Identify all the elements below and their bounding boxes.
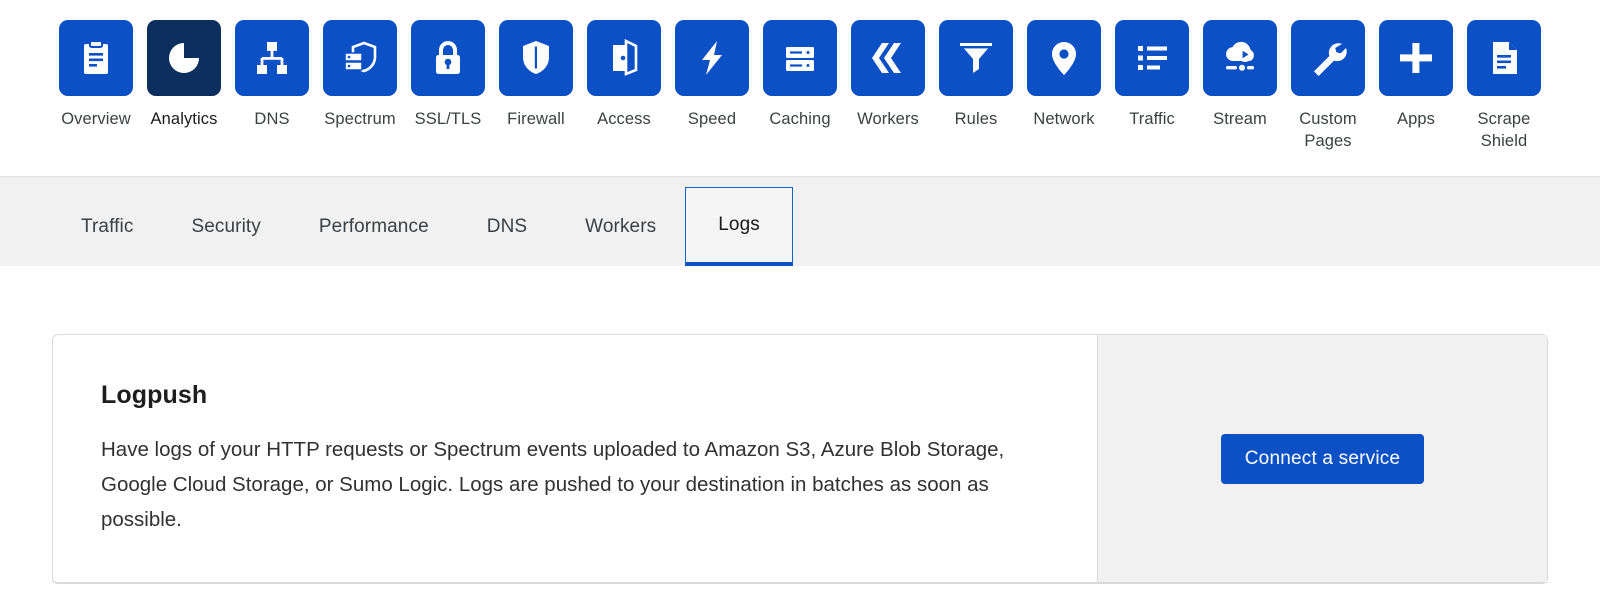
server-rack-icon: [786, 47, 814, 71]
product-nav: Overview Analytics DNS Spectrum SSL/TLS Firew…: [0, 0, 1600, 177]
padlock-icon: [436, 41, 460, 74]
nav-item-firewall[interactable]: Firewall: [492, 20, 580, 130]
nav-tile-caching[interactable]: [763, 20, 837, 96]
nav-item-access[interactable]: Access: [580, 20, 668, 130]
nav-label-network: Network: [1033, 110, 1095, 128]
nav-label-apps: Apps: [1396, 110, 1435, 128]
pie-chart-icon: [169, 43, 199, 73]
plus-icon: [1400, 43, 1432, 73]
nav-tile-network[interactable]: [1027, 20, 1101, 96]
nav-item-custom-pages[interactable]: Custom Pages: [1284, 20, 1372, 152]
bulleted-list-icon: [1138, 46, 1167, 70]
nav-tile-rules[interactable]: [939, 20, 1013, 96]
nav-label-analytics: Analytics: [150, 110, 218, 128]
tab-logs[interactable]: Logs: [685, 187, 793, 266]
nav-tile-spectrum[interactable]: [323, 20, 397, 96]
document-icon: [1493, 42, 1517, 74]
logpush-card-body: Logpush Have logs of your HTTP requests …: [53, 335, 1097, 583]
logpush-title: Logpush: [101, 381, 208, 409]
nav-tile-dns[interactable]: [235, 20, 309, 96]
nav-item-ssl-tls[interactable]: SSL/TLS: [404, 20, 492, 130]
lightning-bolt-icon: [702, 41, 722, 75]
nav-tile-traffic[interactable]: [1115, 20, 1189, 96]
nav-item-analytics[interactable]: Analytics: [140, 20, 228, 130]
nav-item-speed[interactable]: Speed: [668, 20, 756, 130]
nav-label-workers: Workers: [857, 110, 919, 128]
nav-item-scrape-shield[interactable]: Scrape Shield: [1460, 20, 1548, 152]
analytics-tab-strip: Traffic Security Performance DNS Workers Logs: [0, 177, 1600, 266]
wrench-icon: [1314, 43, 1347, 76]
nav-label-ssl-tls: SSL/TLS: [414, 110, 482, 128]
logpush-description: Have logs of your HTTP requests or Spect…: [101, 438, 1005, 531]
nav-label-spectrum: Spectrum: [324, 110, 396, 128]
open-door-icon: [613, 39, 638, 76]
nav-tile-ssl-tls[interactable]: [411, 20, 485, 96]
nav-label-custom-pages: Custom Pages: [1299, 110, 1357, 150]
nav-label-stream: Stream: [1213, 110, 1267, 128]
nav-tile-apps[interactable]: [1379, 20, 1453, 96]
nav-label-overview: Overview: [61, 110, 131, 128]
tab-workers[interactable]: Workers: [556, 187, 685, 266]
nav-tile-access[interactable]: [587, 20, 661, 96]
nav-label-scrape-shield: Scrape Shield: [1477, 110, 1531, 150]
nav-label-caching: Caching: [769, 110, 831, 128]
logpush-action-panel: Connect a service: [1097, 335, 1547, 583]
nav-tile-workers[interactable]: [851, 20, 925, 96]
nav-tile-stream[interactable]: [1203, 20, 1277, 96]
nav-label-rules: Rules: [954, 110, 998, 128]
logpush-card: Logpush Have logs of your HTTP requests …: [52, 334, 1548, 584]
sitemap-icon: [257, 42, 287, 74]
main-content: Logpush Have logs of your HTTP requests …: [0, 266, 1600, 608]
nav-item-overview[interactable]: Overview: [52, 20, 140, 130]
nav-item-network[interactable]: Network: [1020, 20, 1108, 130]
nav-label-dns: DNS: [254, 110, 290, 128]
nav-tile-speed[interactable]: [675, 20, 749, 96]
tab-dns[interactable]: DNS: [458, 187, 556, 266]
shield-icon: [523, 41, 549, 74]
nav-tile-scrape-shield[interactable]: [1467, 20, 1541, 96]
nav-item-traffic[interactable]: Traffic: [1108, 20, 1196, 130]
connect-a-service-button[interactable]: Connect a service: [1220, 433, 1425, 484]
nav-item-dns[interactable]: DNS: [228, 20, 316, 130]
nav-label-traffic: Traffic: [1129, 110, 1175, 128]
nav-tile-custom-pages[interactable]: [1291, 20, 1365, 96]
clipboard-icon: [84, 40, 108, 74]
nav-item-spectrum[interactable]: Spectrum: [316, 20, 404, 130]
workers-chevron-icon: [872, 43, 901, 73]
nav-item-rules[interactable]: Rules: [932, 20, 1020, 130]
nav-item-workers[interactable]: Workers: [844, 20, 932, 130]
tab-performance[interactable]: Performance: [290, 187, 458, 266]
nav-tile-firewall[interactable]: [499, 20, 573, 96]
server-shield-icon: [344, 41, 377, 73]
nav-label-firewall: Firewall: [507, 110, 565, 128]
nav-label-speed: Speed: [687, 110, 737, 128]
nav-tile-overview[interactable]: [59, 20, 133, 96]
nav-item-stream[interactable]: Stream: [1196, 20, 1284, 130]
map-pin-icon: [1052, 42, 1076, 75]
nav-item-apps[interactable]: Apps: [1372, 20, 1460, 130]
nav-label-access: Access: [597, 110, 651, 128]
tab-security[interactable]: Security: [162, 187, 289, 266]
nav-tile-analytics[interactable]: [147, 20, 221, 96]
nav-item-caching[interactable]: Caching: [756, 20, 844, 130]
funnel-icon: [960, 43, 992, 73]
tab-traffic[interactable]: Traffic: [52, 187, 162, 266]
cloud-play-icon: [1226, 41, 1254, 71]
